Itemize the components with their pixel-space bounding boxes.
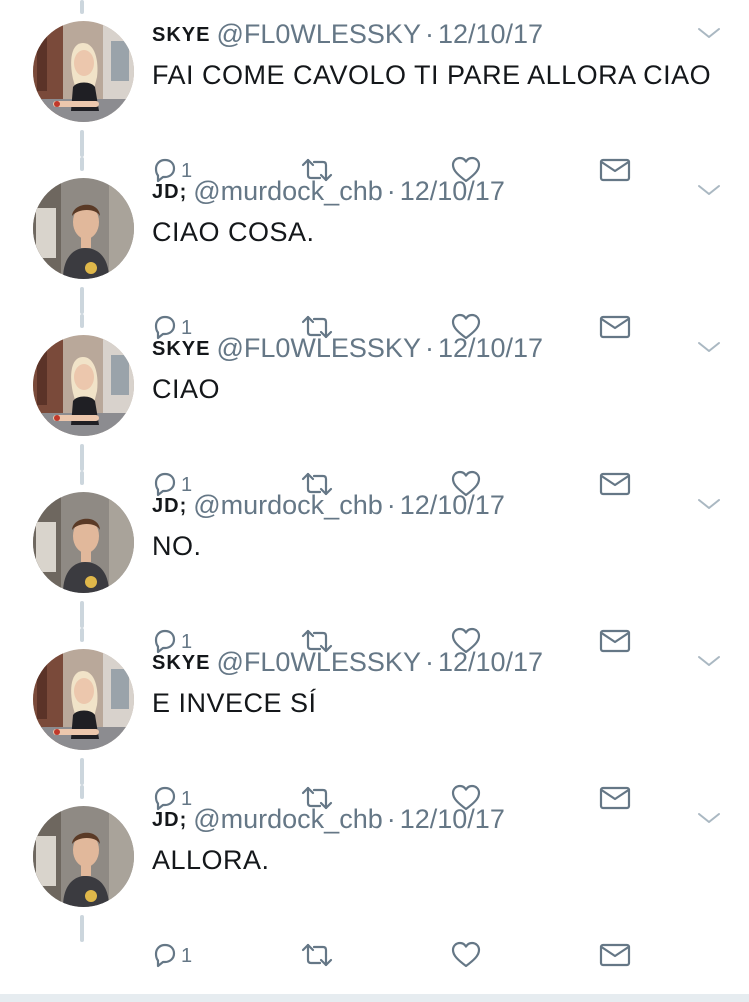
chevron-down-icon[interactable] (696, 495, 722, 513)
reply-count: 1 (181, 944, 193, 967)
bottom-divider (0, 994, 749, 1002)
display-name[interactable]: SKYE (152, 338, 210, 360)
user-handle[interactable]: @FL0WLESSKY (216, 647, 420, 677)
avatar[interactable] (33, 649, 134, 750)
tweet-text: E INVECE SÍ (152, 688, 317, 718)
user-handle[interactable]: @murdock_chb (193, 804, 383, 834)
envelope-icon (599, 942, 631, 968)
tweet-date[interactable]: 12/10/17 (400, 804, 505, 834)
tweet-text: ALLORA. (152, 845, 270, 875)
tweet-date[interactable]: 12/10/17 (438, 19, 543, 49)
tweet-text: FAI COME CAVOLO TI PARE ALLORA CIAO (152, 60, 712, 90)
avatar[interactable] (33, 492, 134, 593)
chevron-down-icon[interactable] (696, 24, 722, 42)
chevron-down-icon[interactable] (696, 652, 722, 670)
display-name[interactable]: JD; (152, 181, 187, 203)
user-handle[interactable]: @FL0WLESSKY (216, 19, 420, 49)
chevron-down-icon[interactable] (696, 181, 722, 199)
retweet-button[interactable] (300, 937, 334, 973)
tweet-header: JD; @murdock_chb · 12/10/17 (152, 803, 505, 836)
display-name[interactable]: SKYE (152, 24, 210, 46)
chevron-down-icon[interactable] (696, 809, 722, 827)
avatar[interactable] (33, 806, 134, 907)
tweet-text: CIAO COSA. (152, 217, 315, 247)
heart-icon (451, 941, 481, 969)
avatar[interactable] (33, 335, 134, 436)
tweet-text: NO. (152, 531, 202, 561)
user-handle[interactable]: @murdock_chb (193, 490, 383, 520)
like-button[interactable] (451, 937, 481, 973)
avatar[interactable] (33, 178, 134, 279)
tweet-header: SKYE @FL0WLESSKY · 12/10/17 (152, 646, 543, 679)
separator-dot: · (386, 490, 396, 520)
tweet-actions: 1 (152, 937, 642, 973)
direct-message-button[interactable] (599, 937, 631, 973)
user-handle[interactable]: @murdock_chb (193, 176, 383, 206)
display-name[interactable]: JD; (152, 809, 187, 831)
user-handle[interactable]: @FL0WLESSKY (216, 333, 420, 363)
tweet[interactable]: SKYE @FL0WLESSKY · 12/10/17 CIAO 1 (0, 314, 749, 497)
retweet-icon (300, 942, 334, 968)
separator-dot: · (386, 804, 396, 834)
display-name[interactable]: JD; (152, 495, 187, 517)
tweet[interactable]: JD; @murdock_chb · 12/10/17 NO. 1 (0, 471, 749, 654)
tweet[interactable]: JD; @murdock_chb · 12/10/17 CIAO COSA. 1 (0, 157, 749, 340)
separator-dot: · (386, 176, 396, 206)
tweet-date[interactable]: 12/10/17 (400, 490, 505, 520)
display-name[interactable]: SKYE (152, 652, 210, 674)
tweet-header: JD; @murdock_chb · 12/10/17 (152, 489, 505, 522)
tweet-header: SKYE @FL0WLESSKY · 12/10/17 (152, 332, 543, 365)
separator-dot: · (424, 333, 434, 363)
tweet-text: CIAO (152, 374, 221, 404)
reply-button[interactable]: 1 (152, 937, 192, 973)
tweet-date[interactable]: 12/10/17 (400, 176, 505, 206)
tweet[interactable]: SKYE @FL0WLESSKY · 12/10/17 E INVECE SÍ 1 (0, 628, 749, 811)
tweet[interactable]: JD; @murdock_chb · 12/10/17 ALLORA. 1 (0, 785, 749, 968)
tweet[interactable]: SKYE @FL0WLESSKY · 12/10/17 FAI COME CAVOLO… (0, 0, 749, 183)
tweet-header: SKYE @FL0WLESSKY · 12/10/17 (152, 18, 543, 51)
tweet-date[interactable]: 12/10/17 (438, 333, 543, 363)
reply-icon (152, 942, 178, 968)
tweet-header: JD; @murdock_chb · 12/10/17 (152, 175, 505, 208)
separator-dot: · (424, 647, 434, 677)
chevron-down-icon[interactable] (696, 338, 722, 356)
separator-dot: · (424, 19, 434, 49)
tweet-date[interactable]: 12/10/17 (438, 647, 543, 677)
avatar[interactable] (33, 21, 134, 122)
